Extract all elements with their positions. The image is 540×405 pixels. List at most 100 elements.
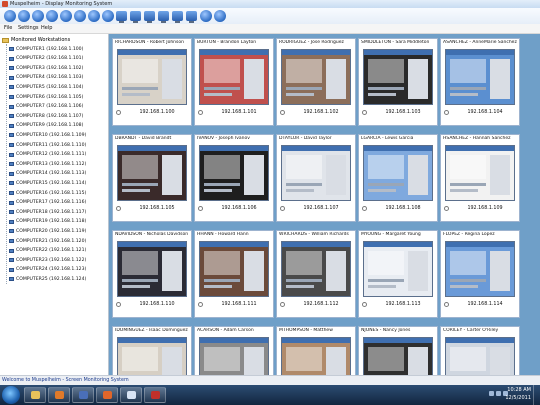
tree-item[interactable]: COMPUTER10 (192.168.1.109) [9, 131, 86, 139]
info-icon[interactable] [60, 10, 72, 22]
network-icon[interactable] [496, 391, 501, 396]
workstation-tile[interactable]: LGARCIA - Lewis Garcia 192.168.1.108 [358, 134, 438, 222]
menu-settings[interactable]: Settings [18, 25, 39, 31]
screen-thumbnail[interactable] [117, 49, 187, 105]
tree-item[interactable]: COMPUTER5 (192.168.1.104) [9, 83, 83, 91]
tree-item[interactable]: COMPUTER3 (192.168.1.102) [9, 64, 83, 72]
workstation-tile[interactable]: NDAVIDSON - Nicholas Davidson 192.168.1.1… [112, 230, 192, 318]
screen-thumbnail[interactable] [117, 145, 187, 201]
tree-item[interactable]: COMPUTER15 (192.168.1.114) [9, 179, 86, 187]
tools-icon[interactable] [4, 10, 16, 22]
tree-item[interactable]: COMPUTER13 (192.168.1.112) [9, 160, 86, 168]
screen-thumbnail[interactable] [363, 241, 433, 297]
menu-file[interactable]: File [4, 25, 12, 31]
info-icon[interactable] [74, 10, 86, 22]
select-radio[interactable] [116, 206, 121, 211]
info-icon[interactable] [214, 10, 226, 22]
tree-item[interactable]: COMPUTER19 (192.168.1.118) [9, 218, 86, 226]
tree-item[interactable]: COMPUTER4 (192.168.1.103) [9, 74, 83, 82]
workstation-tile[interactable]: MYOUNG - Margaret Young 192.168.1.113 [358, 230, 438, 318]
globe-icon[interactable] [200, 10, 212, 22]
select-radio[interactable] [280, 206, 285, 211]
workstation-tile[interactable]: HSANCHEZ - Hannah Sanchez 192.168.1.109 [440, 134, 520, 222]
tree-item[interactable]: COMPUTER2 (192.168.1.101) [9, 55, 83, 63]
tree-item[interactable]: COMPUTER14 (192.168.1.113) [9, 170, 86, 178]
tree-item[interactable]: COMPUTER7 (192.168.1.106) [9, 103, 83, 111]
tree-item[interactable]: COMPUTER1 (192.168.1.100) [9, 45, 83, 53]
tree-item[interactable]: COMPUTER23 (192.168.1.122) [9, 256, 86, 264]
monitor-icon[interactable] [172, 11, 183, 23]
tree-item[interactable]: COMPUTER25 (192.168.1.124) [9, 275, 86, 283]
info-icon[interactable] [88, 10, 100, 22]
tree-item[interactable]: COMPUTER21 (192.168.1.120) [9, 237, 86, 245]
tree-item[interactable]: COMPUTER8 (192.168.1.107) [9, 112, 83, 120]
workstation-tile[interactable]: RICHARDSON - Robert Johnson 192.168.1.100 [112, 38, 192, 126]
select-radio[interactable] [116, 302, 121, 307]
taskbar-item[interactable] [96, 387, 118, 403]
screen-thumbnail[interactable] [445, 49, 515, 105]
monitor-icon[interactable] [130, 11, 141, 23]
info-icon[interactable] [46, 10, 58, 22]
workstation-tile[interactable]: IVANOV - Joseph Ivanov 192.168.1.106 [194, 134, 274, 222]
screen-thumbnail[interactable] [281, 241, 351, 297]
select-radio[interactable] [362, 110, 367, 115]
power-icon[interactable] [32, 10, 44, 22]
screen-thumbnail[interactable] [363, 145, 433, 201]
screen-thumbnail[interactable] [117, 241, 187, 297]
select-radio[interactable] [444, 206, 449, 211]
workstation-tile[interactable]: SMIDDLETON - Sara Middleton 192.168.1.103 [358, 38, 438, 126]
workstation-tile[interactable]: BURTON - Brandon Layton 192.168.1.101 [194, 38, 274, 126]
select-radio[interactable] [198, 110, 203, 115]
select-radio[interactable] [444, 110, 449, 115]
select-radio[interactable] [280, 110, 285, 115]
screen-thumbnail[interactable] [199, 49, 269, 105]
clock-time[interactable]: 10:28 AM [507, 387, 531, 393]
workstation-tile[interactable]: FLOPEZ - Regina Lopez 192.168.1.114 [440, 230, 520, 318]
tree-item[interactable]: COMPUTER12 (192.168.1.111) [9, 151, 86, 159]
monitor-icon[interactable] [158, 11, 169, 23]
select-radio[interactable] [280, 302, 285, 307]
select-radio[interactable] [362, 302, 367, 307]
taskbar-item[interactable] [144, 387, 166, 403]
flag-icon[interactable] [489, 391, 494, 396]
workstation-tile[interactable]: HHANN - Howard Hann 192.168.1.111 [194, 230, 274, 318]
screen-thumbnail[interactable] [281, 145, 351, 201]
info-icon[interactable] [102, 10, 114, 22]
select-radio[interactable] [116, 110, 121, 115]
screen-thumbnail[interactable] [199, 145, 269, 201]
show-desktop-button[interactable] [533, 385, 540, 405]
screen-thumbnail[interactable] [281, 49, 351, 105]
workstation-tile[interactable]: ASANCHEZ - AnneMarie Sanchez 192.168.1.10… [440, 38, 520, 126]
workstation-tile[interactable]: DTAYLOR - David Taylor 192.168.1.107 [276, 134, 356, 222]
workstation-tile[interactable]: DBRANDT - David Brandt 192.168.1.105 [112, 134, 192, 222]
taskbar-item[interactable] [48, 387, 70, 403]
monitor-icon[interactable] [116, 11, 127, 23]
tree-item[interactable]: COMPUTER22 (192.168.1.121) [9, 247, 86, 255]
menu-help[interactable]: Help [41, 25, 52, 31]
workstation-tile[interactable]: RODRIGUEZ - Jose Rodriguez 192.168.1.102 [276, 38, 356, 126]
screen-thumbnail[interactable] [445, 241, 515, 297]
tree-item[interactable]: COMPUTER18 (192.168.1.117) [9, 208, 86, 216]
screen-thumbnail[interactable] [199, 241, 269, 297]
tree-item[interactable]: COMPUTER6 (192.168.1.105) [9, 93, 83, 101]
workstation-tile[interactable]: WRICHARDS - William Richards 192.168.1.11… [276, 230, 356, 318]
taskbar-item[interactable] [120, 387, 142, 403]
select-radio[interactable] [198, 206, 203, 211]
refresh-icon[interactable] [18, 10, 30, 22]
select-radio[interactable] [444, 302, 449, 307]
tree-root[interactable]: Monitored Workstations [2, 36, 70, 44]
taskbar-item[interactable] [72, 387, 94, 403]
tree-item[interactable]: COMPUTER9 (192.168.1.108) [9, 122, 83, 130]
monitor-icon[interactable] [186, 11, 197, 23]
tree-item[interactable]: COMPUTER17 (192.168.1.116) [9, 199, 86, 207]
tree-item[interactable]: COMPUTER16 (192.168.1.115) [9, 189, 86, 197]
tree-item[interactable]: COMPUTER24 (192.168.1.123) [9, 266, 86, 274]
screen-thumbnail[interactable] [445, 145, 515, 201]
select-radio[interactable] [362, 206, 367, 211]
tree-item[interactable]: COMPUTER11 (192.168.1.110) [9, 141, 86, 149]
screen-thumbnail[interactable] [363, 49, 433, 105]
tree-item[interactable]: COMPUTER20 (192.168.1.119) [9, 227, 86, 235]
clock-date[interactable]: 12/5/2011 [505, 395, 531, 401]
start-button[interactable] [2, 386, 20, 404]
select-radio[interactable] [198, 302, 203, 307]
